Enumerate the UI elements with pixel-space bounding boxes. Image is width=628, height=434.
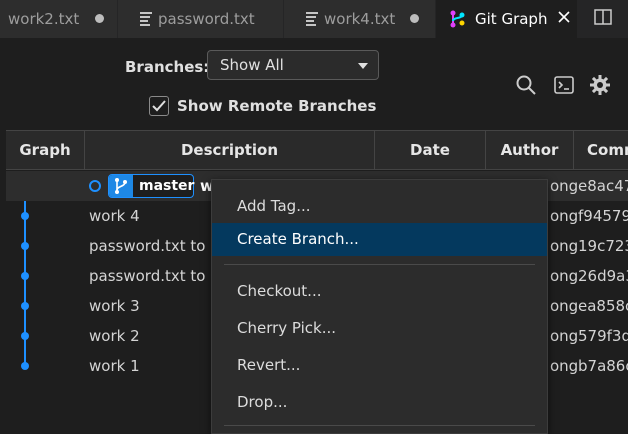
split-editor-button[interactable] [578,0,628,38]
branch-icon [109,175,133,197]
commit-hash: e8ac47 [578,177,628,195]
commit-hash: ea858c [578,297,628,315]
commit-description: work 4 [89,207,140,225]
menu-separator [224,425,535,426]
commit-author: ong [550,207,579,225]
commit-hash: 26d9a3 [578,267,628,285]
column-date[interactable]: Date [375,131,486,169]
table-header: Graph Description Date Author Comm [6,130,628,170]
chevron-down-icon [358,63,368,69]
column-commit[interactable]: Comm [574,131,628,169]
show-remote-branches-checkbox[interactable] [149,96,169,116]
commit-description: work 3 [89,297,140,315]
commit-author: ong [550,177,579,195]
commit-hash: b7a86c [578,357,628,375]
menu-separator [224,264,535,265]
commit-description: password.txt to .g [89,237,225,255]
tab-label: work4.txt [324,10,396,28]
menu-item-drop[interactable]: Drop... [212,386,547,419]
column-graph[interactable]: Graph [6,131,85,169]
commit-author: ong [550,297,579,315]
terminal-icon[interactable] [553,74,575,96]
split-editor-icon [594,9,612,29]
tab-label: password.txt [158,10,255,28]
graph-controls: Branches: Show All Show Remote Branches [0,38,628,130]
branch-name: master [139,178,195,194]
commit-author: ong [550,237,579,255]
check-icon [152,100,166,112]
branches-select[interactable]: Show All [207,50,379,80]
column-author[interactable]: Author [486,131,574,169]
tab-label: work2.txt [8,10,80,28]
branch-badge-master[interactable]: master [108,174,194,198]
menu-item-revert[interactable]: Revert... [212,349,547,382]
column-description[interactable]: Description [85,131,375,169]
close-icon[interactable] [557,10,571,28]
commit-hash: f94579 [578,207,628,225]
tab-bar: work2.txt password.txt work4.txt Git Gra… [0,0,628,38]
commit-author: ong [550,357,579,375]
commit-hash: 579f3d [578,327,628,345]
show-remote-branches-label: Show Remote Branches [177,97,377,115]
modified-dot-icon[interactable] [410,14,419,23]
menu-item-cherry-pick[interactable]: Cherry Pick... [212,312,547,345]
menu-item-create-branch[interactable]: Create Branch... [212,223,547,256]
commit-hash: 19c723 [578,237,628,255]
modified-dot-icon[interactable] [95,14,104,23]
commit-context-menu: Add Tag... Create Branch... Checkout... … [211,179,548,434]
menu-item-checkout[interactable]: Checkout... [212,275,547,308]
branches-label: Branches: [125,58,210,76]
branches-select-value: Show All [220,56,284,74]
tab-work4[interactable]: work4.txt [284,0,436,38]
commit-author: ong [550,327,579,345]
tab-password[interactable]: password.txt [118,0,284,38]
file-icon [140,12,152,26]
commit-description: password.txt to .g [89,267,225,285]
file-icon [306,12,318,26]
menu-item-add-tag[interactable]: Add Tag... [212,190,547,223]
commit-description: work 1 [89,357,140,375]
tab-label: Git Graph [475,10,548,28]
tab-work2[interactable]: work2.txt [0,0,118,38]
head-marker-icon [89,180,101,192]
commit-description: work 2 [89,327,140,345]
git-graph-icon [448,9,468,33]
tab-git-graph[interactable]: Git Graph [436,0,578,38]
gear-icon[interactable] [589,74,611,96]
search-icon[interactable] [515,74,537,96]
commit-author: ong [550,267,579,285]
